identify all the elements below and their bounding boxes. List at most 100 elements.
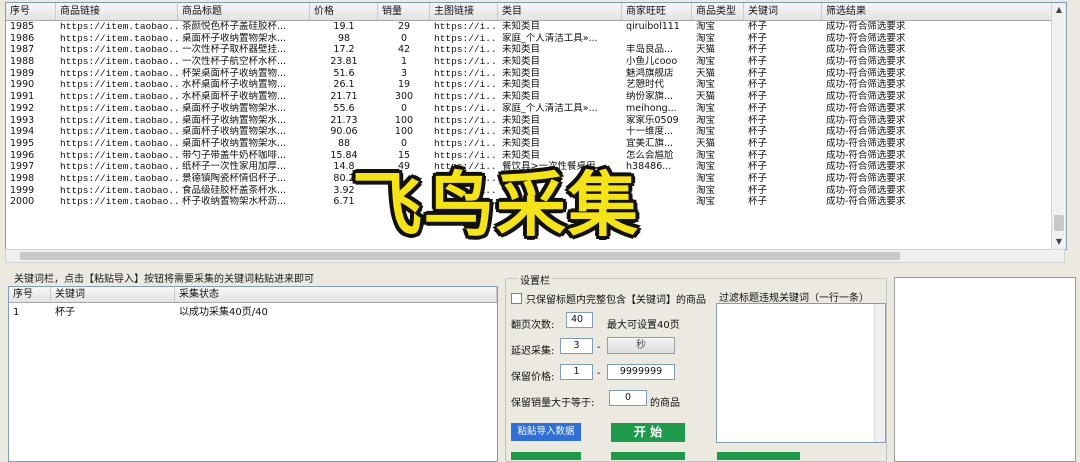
horizontal-scrollbar[interactable] xyxy=(5,249,1065,263)
row-result: 成功-符合筛选要求 xyxy=(826,114,906,126)
lower-button-2[interactable] xyxy=(611,452,685,460)
row-title: 桌面杯子收纳置物架水... xyxy=(182,102,287,114)
price-max-input[interactable]: 9999999 xyxy=(607,364,675,380)
row-result: 成功-符合筛选要求 xyxy=(826,21,906,32)
row-type: 淘宝 xyxy=(696,149,716,161)
col-link[interactable]: 商品链接 xyxy=(56,3,178,20)
row-image-link: https://i... xyxy=(434,56,498,68)
row-index: 1998 xyxy=(10,172,35,184)
col-sales[interactable]: 销量 xyxy=(378,3,430,20)
keyword-row[interactable]: 1 杯子 以成功采集40页/40 xyxy=(9,306,497,320)
table-row[interactable]: 1996 https://item.taobao.... 带勺子带盖牛奶杯咖啡...… xyxy=(6,150,1066,162)
row-price: 21.73 xyxy=(330,114,358,126)
row-title: 茶颜悦色杯子盖硅胶杯... xyxy=(182,21,287,32)
row-price: 23.81 xyxy=(330,56,358,68)
row-index: 1990 xyxy=(10,79,35,91)
row-type: 淘宝 xyxy=(696,126,716,138)
row-sales: 0 xyxy=(400,102,408,114)
row-image-link: https://i... xyxy=(434,91,498,103)
row-title: 水杯桌面杯子收纳置物... xyxy=(182,91,287,103)
scroll-up-icon[interactable]: ▲ xyxy=(1052,3,1066,17)
log-panel[interactable] xyxy=(894,277,1076,462)
col-index[interactable]: 序号 xyxy=(6,3,56,20)
table-row[interactable]: 1988 https://item.taobao.... 一次性杯子航空杯水杯...… xyxy=(6,56,1066,68)
delay-label: 延迟采集: xyxy=(511,346,555,357)
col-type[interactable]: 商品类型 xyxy=(692,3,744,20)
row-type: 淘宝 xyxy=(696,196,716,208)
row-link: https://item.taobao.... xyxy=(60,67,178,79)
table-row[interactable]: 1990 https://item.taobao.... 水杯桌面杯子收纳置物...… xyxy=(6,79,1066,91)
row-link: https://item.taobao.... xyxy=(60,102,178,114)
keyword-table[interactable]: 序号 关键词 采集状态 1 杯子 以成功采集40页/40 xyxy=(8,286,498,462)
row-title: 桌面杯子收纳置物架水... xyxy=(182,126,287,138)
col-result[interactable]: 筛选结果 xyxy=(822,3,1052,20)
row-image-link: https://i... xyxy=(434,44,498,56)
row-result: 成功-符合筛选要求 xyxy=(826,184,906,196)
start-button[interactable]: 开 始 xyxy=(611,423,685,442)
results-header: 序号 商品链接 商品标题 价格 销量 主图链接 类目 商家旺旺 商品类型 关键词… xyxy=(6,3,1066,21)
col-seller[interactable]: 商家旺旺 xyxy=(622,3,692,20)
row-price: 55.6 xyxy=(333,102,355,114)
sales-suffix: 的商品 xyxy=(650,398,680,409)
kw-col-keyword[interactable]: 关键词 xyxy=(51,287,175,302)
col-category[interactable]: 类目 xyxy=(498,3,622,20)
scroll-thumb[interactable] xyxy=(1054,215,1064,231)
price-min-input[interactable]: 1 xyxy=(560,364,593,380)
delay-unit-button[interactable]: 秒 xyxy=(607,337,675,354)
vertical-scrollbar[interactable]: ▲ ▼ xyxy=(1051,3,1066,249)
hscroll-thumb[interactable] xyxy=(20,252,900,260)
row-type: 天猫 xyxy=(696,91,716,103)
filter-scrollbar[interactable] xyxy=(874,304,885,442)
filter-textarea[interactable] xyxy=(716,303,886,443)
row-title: 桌面杯子收纳置物架水... xyxy=(182,114,287,126)
kw-col-index[interactable]: 序号 xyxy=(9,287,51,302)
col-keyword[interactable]: 关键词 xyxy=(744,3,822,20)
table-row[interactable]: 1991 https://item.taobao.... 水杯桌面杯子收纳置物...… xyxy=(6,91,1066,103)
row-link: https://item.taobao.... xyxy=(60,114,178,126)
row-sales: 300 xyxy=(394,91,414,103)
row-seller xyxy=(622,33,692,45)
row-sales: 100 xyxy=(394,114,414,126)
row-sales: 29 xyxy=(397,21,411,32)
table-row[interactable]: 1995 https://item.taobao.... 桌面杯子收纳置物架水...… xyxy=(6,138,1066,150)
row-type: 天猫 xyxy=(696,44,716,56)
col-title[interactable]: 商品标题 xyxy=(178,3,310,20)
table-row[interactable]: 1989 https://item.taobao.... 杯架桌面杯子收纳置物...… xyxy=(6,68,1066,80)
table-row[interactable]: 1993 https://item.taobao.... 桌面杯子收纳置物架水...… xyxy=(6,115,1066,127)
row-index: 1994 xyxy=(10,126,35,138)
row-type: 淘宝 xyxy=(696,114,716,126)
kw-col-status[interactable]: 采集状态 xyxy=(175,287,497,302)
row-seller: 怎么会尴尬 xyxy=(626,149,674,161)
checkbox-box[interactable] xyxy=(511,293,522,304)
scroll-down-icon[interactable]: ▼ xyxy=(1052,235,1066,249)
col-image-link[interactable]: 主图链接 xyxy=(430,3,498,20)
page-turns-input[interactable]: 40 xyxy=(566,312,593,328)
lower-button-1[interactable] xyxy=(511,452,581,460)
row-image-link: https://i... xyxy=(434,21,498,32)
row-result: 成功-符合筛选要求 xyxy=(826,91,906,103)
row-index: 1996 xyxy=(10,149,35,161)
row-keyword: 杯子 xyxy=(748,196,768,208)
lower-button-3[interactable] xyxy=(717,452,800,460)
row-title: 杯架桌面杯子收纳置物... xyxy=(182,67,287,79)
row-type: 淘宝 xyxy=(696,184,716,196)
sales-label: 保留销量大于等于: xyxy=(511,398,595,409)
row-category: 未知类目 xyxy=(502,67,541,79)
table-row[interactable]: 1985 https://item.taobao.... 茶颜悦色杯子盖硅胶杯...… xyxy=(6,21,1066,33)
page-turns-label: 翻页次数: xyxy=(511,320,555,331)
paste-import-button[interactable]: 粘贴导入数据 xyxy=(511,423,581,441)
row-index: 1997 xyxy=(10,161,35,173)
only-keyword-checkbox[interactable]: 只保留标题内完整包含【关键词】的商品 xyxy=(511,291,706,306)
table-row[interactable]: 1994 https://item.taobao.... 桌面杯子收纳置物架水...… xyxy=(6,126,1066,138)
delay-input[interactable]: 3 xyxy=(560,338,593,354)
row-sales: 100 xyxy=(394,126,414,138)
table-row[interactable]: 1992 https://item.taobao.... 桌面杯子收纳置物架水...… xyxy=(6,103,1066,115)
row-keyword: 杯子 xyxy=(748,172,768,184)
row-image-link: https://i... xyxy=(434,102,498,114)
row-category: 未知类目 xyxy=(502,56,541,68)
table-row[interactable]: 1987 https://item.taobao.... 一次性杯子取杯器壁挂...… xyxy=(6,44,1066,56)
col-price[interactable]: 价格 xyxy=(310,3,378,20)
sales-input[interactable]: 0 xyxy=(609,390,647,406)
row-image-link: https://i... xyxy=(434,149,498,161)
table-row[interactable]: 1986 https://item.taobao.... 桌面杯子收纳置物架水...… xyxy=(6,33,1066,45)
